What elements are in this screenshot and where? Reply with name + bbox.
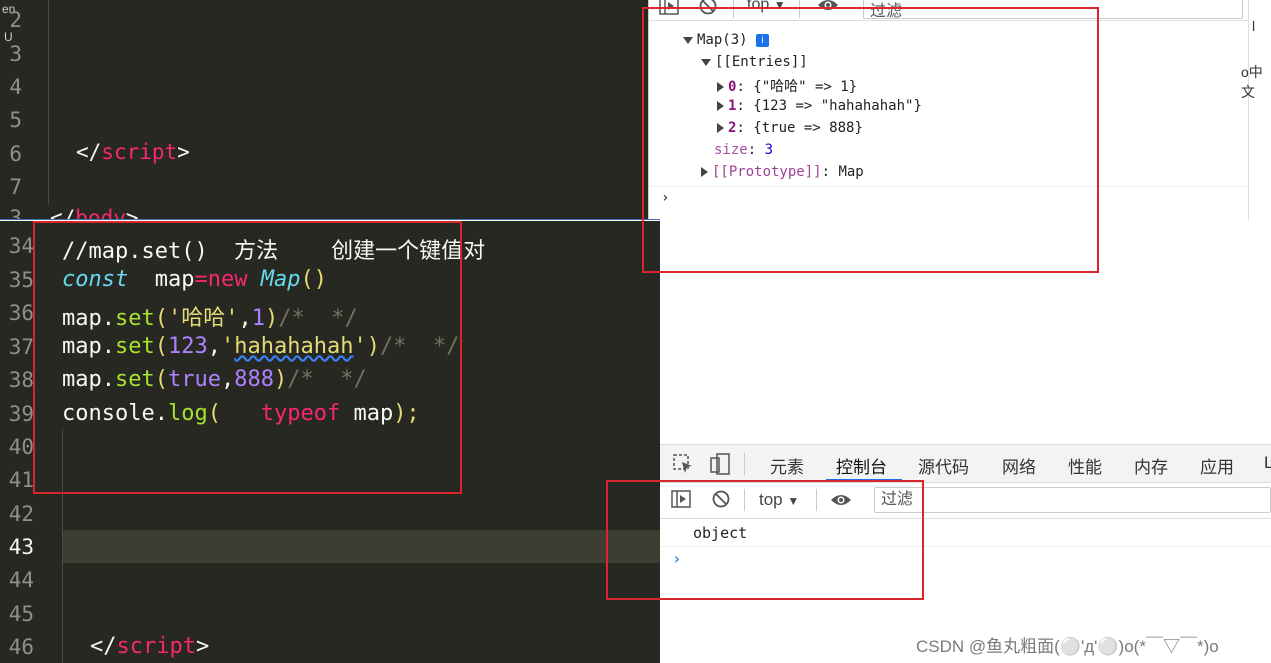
code-line-close-body[interactable]: </body> xyxy=(50,206,139,220)
line-number: 40 xyxy=(8,435,34,459)
editor-top-pane: en U 2 3 4 5 6 7 3 </script> </body> xyxy=(0,0,660,220)
tab-memory[interactable]: 内存 xyxy=(1134,453,1168,478)
tab-console[interactable]: 控制台 xyxy=(836,453,887,478)
current-line-highlight xyxy=(62,530,660,563)
line-number: 36 xyxy=(8,301,34,325)
line-number: 44 xyxy=(8,568,34,592)
tag-name: body xyxy=(75,206,126,220)
annotation-box-code xyxy=(33,221,462,494)
devtools-tab-bar: 元素 控制台 源代码 网络 性能 内存 应用 L xyxy=(660,444,1271,483)
line-number: 41 xyxy=(8,468,34,492)
page-fragment-text: l xyxy=(1252,18,1256,34)
tab-network[interactable]: 网络 xyxy=(1002,453,1036,478)
code-line-46-close-script[interactable]: </script> xyxy=(90,634,209,659)
line-number: 4 xyxy=(9,75,22,99)
line-number: 2 xyxy=(9,8,22,32)
annotation-box-map-output xyxy=(642,7,1099,273)
tag-bracket: > xyxy=(195,634,210,659)
tag-bracket: </ xyxy=(90,634,117,659)
line-number: 35 xyxy=(8,268,34,292)
line-number: 45 xyxy=(8,602,34,626)
device-toolbar-icon[interactable] xyxy=(708,452,732,476)
line-number-current: 43 xyxy=(8,535,34,559)
tag-bracket: > xyxy=(125,206,139,220)
line-number: 37 xyxy=(8,335,34,359)
tab-application[interactable]: 应用 xyxy=(1200,453,1234,478)
filter-input[interactable]: 过滤 xyxy=(874,487,1271,513)
line-number: 46 xyxy=(8,635,34,659)
line-number: 3 xyxy=(9,42,22,66)
tag-name: script xyxy=(116,634,196,659)
tab-elements[interactable]: 元素 xyxy=(770,453,804,478)
line-number: 7 xyxy=(9,175,22,199)
tab-overflow[interactable]: L xyxy=(1264,453,1271,473)
page-fragment-text: o中文 xyxy=(1241,64,1263,100)
toolbar-separator xyxy=(744,453,745,475)
tag-bracket: </ xyxy=(76,140,102,164)
annotation-box-typeof-output xyxy=(606,480,924,600)
tag-bracket: </ xyxy=(50,206,76,220)
watermark: CSDN @鱼丸粗面(⚪'д'⚪)o(*￣▽￣*)o xyxy=(916,637,1219,656)
inspect-element-icon[interactable] xyxy=(672,453,694,475)
code-line-close-script[interactable]: </script> xyxy=(76,140,190,164)
editor-gutter-divider xyxy=(48,0,49,205)
tab-sources[interactable]: 源代码 xyxy=(918,453,969,478)
tab-performance[interactable]: 性能 xyxy=(1068,453,1102,478)
tag-bracket: > xyxy=(177,140,190,164)
line-number: 6 xyxy=(9,142,22,166)
line-number: 34 xyxy=(8,234,34,258)
line-number: 39 xyxy=(8,402,34,426)
line-number: 3 xyxy=(9,206,22,220)
line-number: 42 xyxy=(8,502,34,526)
tag-name: script xyxy=(101,140,178,164)
line-number: 5 xyxy=(9,108,22,132)
pane-split-line xyxy=(0,219,660,220)
line-number: 38 xyxy=(8,368,34,392)
background-page-strip: l o中文 xyxy=(1241,0,1271,220)
